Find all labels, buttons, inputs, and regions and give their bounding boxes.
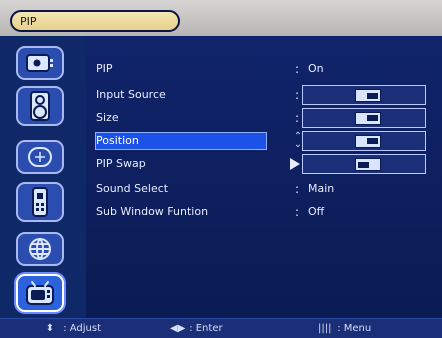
pip-window-icon: [355, 158, 381, 171]
menu-panel: PIP : On Input Source : Size : Position …: [86, 36, 442, 318]
menu-separator: :: [294, 182, 300, 196]
help-enter-text: : Enter: [189, 323, 223, 334]
pip-window-icon: [355, 135, 381, 148]
menu-separator: :: [294, 88, 300, 102]
sidebar-item-input[interactable]: [16, 182, 64, 222]
help-bar: ⬍ : Adjust ◀▶ : Enter |||| : Menu: [0, 318, 442, 338]
top-bar: PIP: [0, 0, 442, 36]
setup-icon: [27, 146, 53, 168]
sidebar-item-picture[interactable]: [16, 46, 64, 80]
input-source-box[interactable]: [302, 85, 426, 105]
up-down-icon: ⬍: [45, 323, 55, 334]
menu-label: Input Source: [96, 88, 166, 101]
pip-window-icon: [355, 112, 381, 125]
sidebar-item-pip[interactable]: [16, 274, 64, 312]
menu-label: Size: [96, 111, 119, 124]
sound-icon: [29, 91, 51, 121]
help-menu-text: : Menu: [337, 323, 372, 334]
menu-label: Sound Select: [96, 182, 169, 195]
menu-row-sound-select[interactable]: Sound Select : Main: [96, 181, 426, 197]
menu-row-size[interactable]: Size :: [96, 108, 426, 128]
help-enter: ◀▶ : Enter: [170, 319, 223, 338]
menu-value: On: [308, 62, 324, 75]
menu-value: Off: [308, 205, 325, 218]
menu-row-position[interactable]: Position ⌃ ⌄: [95, 131, 426, 151]
menu-row-pip-swap[interactable]: PIP Swap: [96, 154, 426, 174]
sidebar-item-globe[interactable]: [16, 232, 64, 266]
menu-row-sub-window-function[interactable]: Sub Window Funtion : Off: [96, 204, 426, 220]
page-title-text: PIP: [20, 14, 37, 28]
left-right-icon: ◀▶: [170, 323, 186, 334]
menu-label: Position: [95, 132, 267, 150]
pip-swap-box[interactable]: [302, 154, 426, 174]
sidebar-item-sound[interactable]: [16, 86, 64, 126]
help-adjust: ⬍ : Adjust: [44, 319, 101, 338]
help-menu: |||| : Menu: [318, 319, 371, 338]
sidebar-item-setup[interactable]: [16, 140, 64, 174]
menu-label: Sub Window Funtion: [96, 205, 209, 218]
menu-value: Main: [308, 182, 335, 195]
menu-separator: :: [294, 111, 300, 125]
menu-label: PIP Swap: [96, 157, 146, 170]
input-icon: [31, 187, 49, 217]
pip-osd: PIP PIP: On Input Source: Size: Posit…: [0, 0, 442, 338]
help-adjust-text: : Adjust: [63, 323, 101, 334]
sidebar: [0, 36, 86, 318]
menu-row-pip[interactable]: PIP : On: [96, 61, 426, 77]
position-box[interactable]: [302, 131, 426, 151]
menu-row-input-source[interactable]: Input Source :: [96, 85, 426, 105]
globe-icon: [26, 237, 54, 261]
menu-separator: :: [294, 62, 300, 76]
pip-icon: [25, 280, 55, 306]
page-title: PIP: [10, 10, 180, 32]
menu-icon: ||||: [318, 323, 332, 334]
pip-window-icon: [355, 89, 381, 102]
picture-icon: [26, 54, 54, 72]
menu-separator: :: [294, 205, 300, 219]
size-box[interactable]: [302, 108, 426, 128]
menu-label: PIP: [96, 62, 113, 75]
play-icon: [290, 158, 300, 170]
